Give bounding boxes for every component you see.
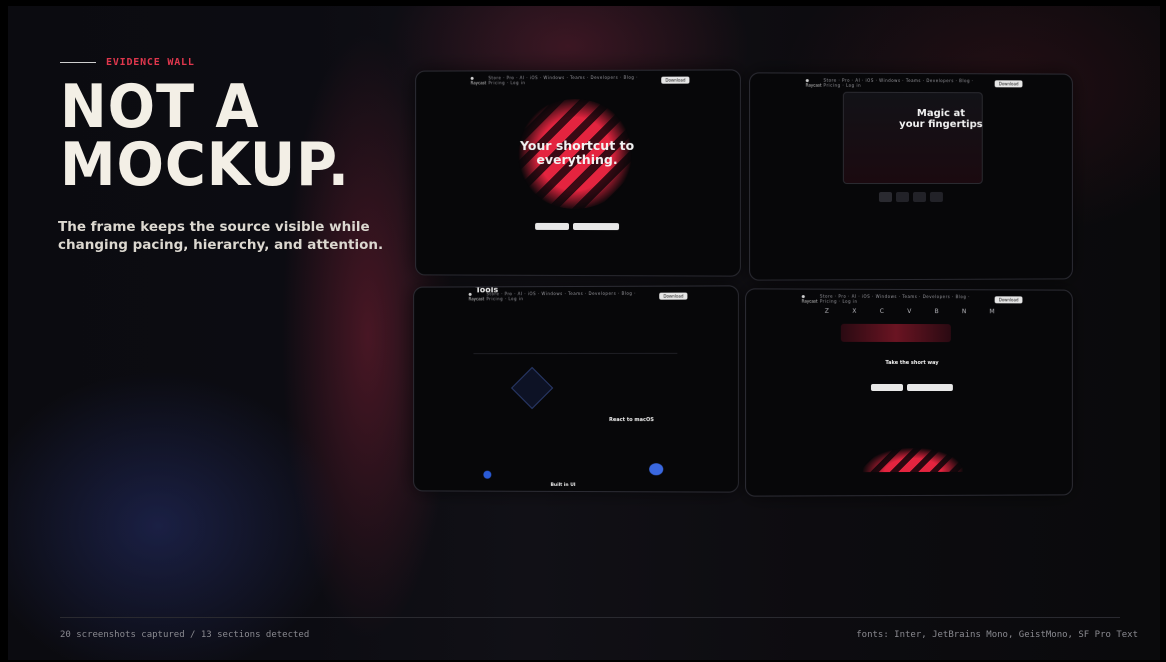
subtitle: The frame keeps the source visible while… [58,219,384,253]
headline: NOT A MOCKUP. [60,72,350,200]
keyboard-button-secondary [907,383,953,392]
fingertips-title-line-2: your fingertips [899,118,983,131]
keyboard-red-graphic [862,447,963,473]
download-pill: Download [659,292,688,300]
nav-links: Store · Pro · AI · iOS · Windows · Teams… [488,74,638,86]
keyboard-button-primary [870,383,904,391]
app-window [842,91,983,185]
tools-footer-label: Built in UI [550,482,576,489]
download-pill: Download [994,79,1023,87]
tools-blue-blob-left [483,470,492,479]
nav-links: Store · Pro · AI · iOS · Windows · Teams… [486,290,636,302]
tools-section-title: React to macOS [609,417,654,424]
key-x: X [852,307,857,315]
screenshot-tools: ● Raycast Store · Pro · AI · iOS · Windo… [413,285,739,493]
nav-links: Store · Pro · AI · iOS · Windows · Teams… [823,77,974,88]
eyebrow-rule [60,62,96,63]
key-b: B [934,308,939,316]
tools-cube-graphic [510,366,554,410]
screenshot-nav: ● Raycast Store · Pro · AI · iOS · Windo… [746,293,1072,304]
footer-divider [60,617,1120,618]
tools-heading: Tools [475,285,499,295]
hero-title: Your shortcut to everything. [495,137,659,168]
hero-button-secondary [573,222,620,231]
headline-line-1: NOT A [60,72,260,142]
screenshot-fingertips: ● Raycast Store · Pro · AI · iOS · Windo… [749,72,1073,281]
brand-logo: ● Raycast [470,75,487,86]
key-c: C [879,307,884,315]
screenshot-keyboard: ● Raycast Store · Pro · AI · iOS · Windo… [745,288,1073,497]
key-z: Z [824,307,829,315]
download-pill: Download [994,295,1023,303]
nav-links: Store · Pro · AI · iOS · Windows · Teams… [819,293,970,304]
fingertips-title-line-1: Magic at [916,108,965,120]
key-v: V [907,307,912,316]
footer-stats: 20 screenshots captured / 13 sections de… [60,630,310,640]
eyebrow-label: EVIDENCE WALL [106,57,195,68]
hero-title-line-1: Your shortcut to [520,137,635,154]
shortcut-keys [878,191,943,203]
key-m: M [989,308,995,316]
keyboard-row: Z X C V B N M [825,308,995,316]
slide: EVIDENCE WALL NOT A MOCKUP. The frame ke… [8,6,1160,660]
screenshot-nav: ● Raycast Store · Pro · AI · iOS · Windo… [414,290,738,301]
tools-divider [473,352,678,355]
screenshot-nav: ● Raycast Store · Pro · AI · iOS · Windo… [416,74,740,85]
fingertips-title: Magic at your fingertips [891,108,991,130]
tools-blue-blob-right [649,463,664,476]
command-key-graphic [840,323,951,343]
hero-title-line-2: everything. [536,151,618,168]
screenshot-hero: ● Raycast Store · Pro · AI · iOS · Windo… [415,69,741,277]
eyebrow: EVIDENCE WALL [60,57,195,68]
key-n: N [961,308,967,316]
hero-button-primary [535,222,570,230]
brand-logo: ● Raycast [805,77,822,88]
download-pill: Download [661,76,690,84]
brand-logo: ● Raycast [801,293,818,304]
footer-fonts: fonts: Inter, JetBrains Mono, GeistMono,… [856,630,1138,640]
keyboard-caption: Take the short way [885,359,939,367]
headline-line-2: MOCKUP. [60,130,350,200]
screenshot-nav: ● Raycast Store · Pro · AI · iOS · Windo… [750,77,1072,88]
